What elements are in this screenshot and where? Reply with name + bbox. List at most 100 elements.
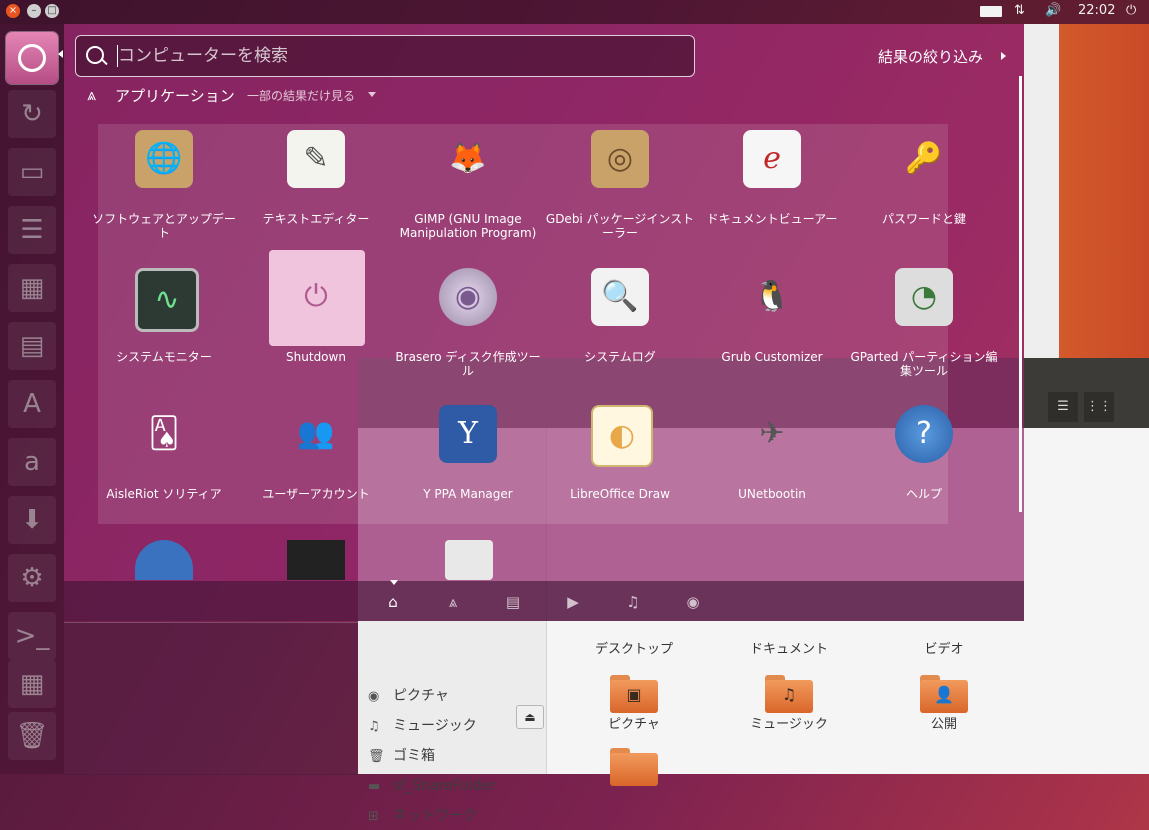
category-title: アプリケーション [115,87,235,105]
app-shutdown[interactable]: ⏻ Shutdown [241,250,391,398]
gimp-icon: 🦊 [449,141,487,176]
app-aisleriot[interactable]: 🂡 AisleRiot ソリティア [89,405,239,535]
chevron-down-icon [368,92,376,97]
user-accounts-icon: 👥 [297,416,335,451]
passwords-keys-icon: 🔑 [905,141,943,176]
y-ppa-manager-icon: Y [439,405,497,463]
software-center-icon[interactable]: A [8,380,56,428]
volume-icon[interactable]: 🔊 [1045,3,1061,18]
gparted-icon: ◔ [895,268,953,326]
scrollbar[interactable] [1019,76,1022,512]
video-icon[interactable]: ▶ [563,593,583,613]
sidebar-item-network[interactable]: ⊞ ネットワーク [368,803,477,829]
photos-icon[interactable]: ◉ [683,593,703,613]
applications-icon[interactable]: ⩓ [443,593,463,613]
app-system-monitor[interactable]: ∿ システムモニター [89,268,239,398]
window-minimize-button[interactable]: – [27,4,41,18]
brasero-icon: ◉ [439,268,497,326]
app-user-accounts[interactable]: 👥 ユーザーアカウント [241,405,391,535]
system-monitor-icon: ∿ [135,268,199,332]
network-icon: ⊞ [368,809,379,824]
app-brasero[interactable]: ◉ Brasero ディスク作成ツール [393,268,543,398]
lens-bar [64,581,1024,621]
system-updater-icon[interactable]: ↻ [8,90,56,138]
workspaces-icon[interactable]: ▦ [8,660,56,708]
grid-view-icon[interactable]: ⋮⋮ [1084,392,1114,422]
folder-music[interactable]: ♫ [765,675,813,713]
app-passwords-keys[interactable]: 🔑 パスワードと鍵 [849,130,999,260]
video-editor-icon[interactable] [287,540,345,580]
rhythmbox-icon[interactable] [445,540,493,580]
sidebar-item-trash[interactable]: 🗑 ゴミ箱 [368,743,435,769]
chevron-right-icon [1001,52,1006,60]
search-box [75,35,695,77]
folder-public[interactable]: 👤 [920,675,968,713]
folder-label: ドキュメント [749,642,828,657]
applications-icon: ⩓ [87,85,97,104]
background-window-left [64,622,358,775]
app-system-log[interactable]: 🔍 システムログ [545,268,695,398]
active-lens-indicator [390,580,398,585]
search-input[interactable] [116,40,680,72]
aisleriot-icon: 🂡 [148,416,180,451]
folder-label: ビデオ [924,642,964,657]
help-icon: ? [895,405,953,463]
sidebar-item-sharefolder[interactable]: ▬ sf_ShareFolder [368,773,496,799]
files-icon[interactable]: ▭ [8,148,56,196]
gdebi-icon: ◎ [591,130,649,188]
updates-icon[interactable]: ⬇ [8,496,56,544]
app-unetbootin[interactable]: ✈ UNetbootin [697,405,847,535]
app-grub-customizer[interactable]: 🐧 Grub Customizer [697,268,847,398]
folder-label: デスクトップ [594,642,673,657]
music-icon: ♫ [781,685,797,704]
sidebar-item-pictures[interactable]: ◉ ピクチャ [368,683,449,709]
trash-icon: 🗑 [368,749,385,764]
folder-label: ピクチャ [608,717,660,732]
view-buttons: ☰ ⋮⋮ [1048,392,1116,422]
files-icon[interactable]: ▤ [503,593,523,613]
home-icon[interactable]: ⌂ [383,593,403,613]
list-view-icon[interactable]: ☰ [1048,392,1078,422]
shutdown-icon: ⏻ [304,279,328,314]
music-icon: ♫ [368,719,380,734]
libreoffice-draw-icon: ◐ [591,405,653,467]
background-window [1024,24,1149,358]
active-launcher-indicator [58,50,63,58]
impress-icon[interactable]: ▤ [8,322,56,370]
eject-button[interactable]: ⏏ [516,705,544,729]
amazon-icon[interactable]: a [8,438,56,486]
calc-icon[interactable]: ▦ [8,264,56,312]
window-close-button[interactable]: × [6,4,20,18]
unetbootin-icon: ✈ [759,416,785,451]
clock[interactable]: 22:02 [1078,3,1115,18]
folder-label: ミュージック [750,717,828,732]
terminal-icon[interactable]: >_ [8,612,56,660]
app-document-viewer[interactable]: ℯ ドキュメントビューアー [697,130,847,260]
app-libreoffice-draw[interactable]: ◐ LibreOffice Draw [545,405,695,535]
trash-icon[interactable]: 🗑 [8,712,56,760]
app-gdebi[interactable]: ◎ GDebi パッケージインストーラー [545,130,695,260]
app-help[interactable]: ? ヘルプ [849,405,999,535]
folder-pictures[interactable]: ▣ [610,675,658,713]
music-icon[interactable]: ♫ [623,593,643,613]
drive-icon: ▬ [368,779,381,794]
ubuntu-dash-icon[interactable] [6,32,58,84]
writer-icon[interactable]: ☰ [8,206,56,254]
power-icon[interactable]: ⏻ [1126,3,1136,18]
person-icon: 👤 [934,685,954,704]
see-fewer-results-link[interactable]: 一部の結果だけ見る [247,87,355,104]
app-gimp[interactable]: 🦊 GIMP (GNU Image Manipulation Program) [393,130,543,260]
app-y-ppa-manager[interactable]: Y Y PPA Manager [393,405,543,535]
settings-icon[interactable]: ⚙ [8,554,56,602]
network-icon[interactable]: ⇅ [1014,3,1025,18]
sidebar-item-music[interactable]: ♫ ミュージック [368,713,477,739]
app-text-editor[interactable]: ✎ テキストエディター [241,130,391,260]
keyboard-icon[interactable] [980,6,1002,17]
window-maximize-button[interactable]: □ [45,4,59,18]
filter-results-button[interactable]: 結果の絞り込み [878,46,983,67]
app-software-updates[interactable]: 🌐 ソフトウェアとアップデート [89,130,239,260]
system-log-icon: 🔍 [591,268,649,326]
folder-more[interactable] [610,748,658,786]
search-icon [86,46,104,64]
app-gparted[interactable]: ◔ GParted パーティション編集ツール [849,268,999,398]
